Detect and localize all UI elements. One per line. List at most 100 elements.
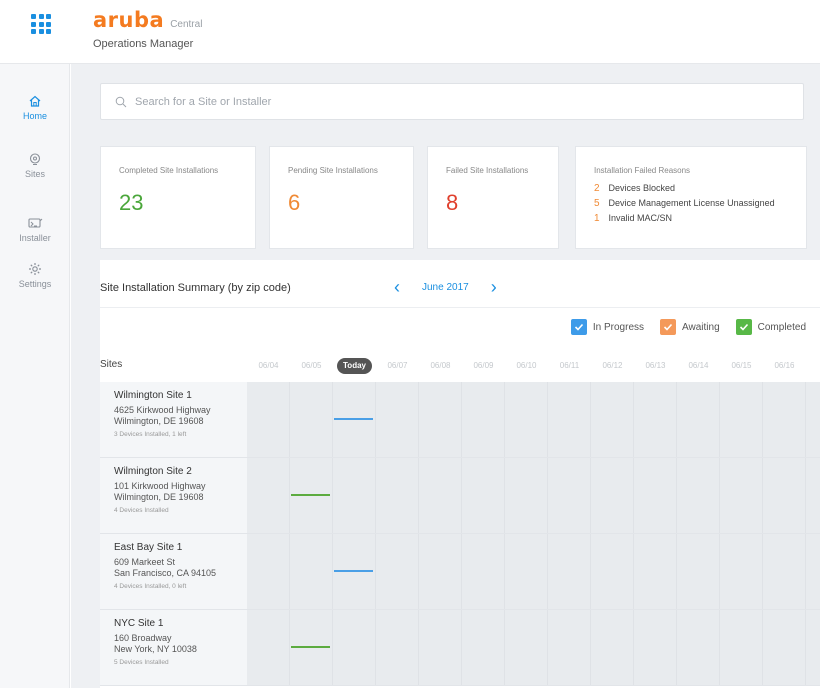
site-device-status: 5 Devices Installed [114,659,169,666]
location-pin-icon [29,153,41,165]
sites-column-header: Sites [100,359,123,370]
site-address-line: 609 Markeet St [114,557,176,567]
sidebar-label-settings: Settings [18,279,52,289]
legend-label: In Progress [592,321,645,333]
site-address: 101 Kirkwood Highway Wilmington, DE 1960… [114,481,247,503]
pending-count: 6 [288,190,301,215]
legend-item-awaiting[interactable]: Awaiting [660,319,720,335]
reason-count: 5 [594,198,600,209]
today-label[interactable]: Today [333,356,376,376]
site-info: Wilmington Site 2 101 Kirkwood Highway W… [100,458,247,534]
site-name: East Bay Site 1 [114,542,183,553]
date-label: 06/16 [774,361,795,370]
reason-label: Devices Blocked [608,183,676,193]
legend-label: Completed [757,321,806,333]
site-timeline [247,534,820,610]
site-address-line: New York, NY 10038 [114,644,197,654]
installation-bar[interactable] [291,646,330,648]
legend-label: Awaiting [682,321,720,333]
chevron-left-icon[interactable]: ‹ [394,277,400,297]
main-content: Search for a Site or Installer Completed… [71,64,820,688]
product-name: Central [170,19,203,30]
sidebar: Home Sites Installer Settings [0,64,70,688]
site-address: 609 Markeet St San Francisco, CA 94105 [114,557,247,579]
search-placeholder: Search for a Site or Installer [135,95,272,108]
site-address-line: 101 Kirkwood Highway [114,481,206,491]
site-address-line: Wilmington, DE 19608 [114,416,204,426]
site-timeline [247,610,820,686]
sidebar-item-home[interactable]: Home [0,94,70,121]
failed-reasons-card[interactable]: Installation Failed Reasons 2 Devices Bl… [575,146,807,249]
status-legend: In Progress Awaiting Completed [555,319,806,335]
site-device-status: 3 Devices Installed, 1 left [114,431,187,438]
date-label: 06/08 [430,361,451,370]
chevron-right-icon[interactable]: › [491,277,497,297]
sidebar-item-settings[interactable]: Settings [0,262,70,289]
card-title: Pending Site Installations [288,166,378,175]
site-address: 160 Broadway New York, NY 10038 [114,633,247,655]
checkbox-checked-icon [735,319,752,335]
card-title: Installation Failed Reasons [594,166,691,175]
date-label: 06/11 [559,361,580,370]
reason-label: Device Management License Unassigned [608,198,775,208]
site-name: Wilmington Site 2 [114,466,192,477]
date-label: 06/09 [473,361,494,370]
site-timeline [247,382,820,458]
site-device-status: 4 Devices Installed [114,507,169,514]
sidebar-item-installer[interactable]: Installer [0,216,70,243]
sidebar-label-sites: Sites [24,169,45,179]
aruba-logo: aruba [93,8,165,32]
date-label: 06/15 [731,361,752,370]
legend-item-completed[interactable]: Completed [735,319,806,335]
top-header: aruba Central Operations Manager [0,0,820,64]
site-row[interactable]: NYC Site 1 160 Broadway New York, NY 100… [100,610,820,686]
failed-reason-item: 1 Invalid MAC/SN [594,213,775,224]
checkbox-checked-icon [570,319,587,335]
failed-count: 8 [446,190,459,215]
reason-label: Invalid MAC/SN [608,213,673,223]
site-device-status: 4 Devices Installed, 0 left [114,583,187,590]
site-row[interactable]: Wilmington Site 1 4625 Kirkwood Highway … [100,382,820,458]
reason-count: 1 [594,213,600,224]
date-label: 06/13 [645,361,666,370]
date-label: 06/14 [688,361,709,370]
installation-bar[interactable] [334,418,373,420]
sidebar-item-sites[interactable]: Sites [0,152,70,179]
site-name: Wilmington Site 1 [114,390,192,401]
sidebar-label-home: Home [22,111,47,121]
page-title: Operations Manager [93,38,194,50]
site-address-line: San Francisco, CA 94105 [114,568,217,578]
card-title: Failed Site Installations [446,166,529,175]
site-info: Wilmington Site 1 4625 Kirkwood Highway … [100,382,247,458]
completed-installations-card[interactable]: Completed Site Installations 23 [100,146,256,249]
current-month: June 2017 [422,281,469,293]
brand[interactable]: aruba Central [93,8,202,32]
installation-bar[interactable] [291,494,330,496]
site-row[interactable]: East Bay Site 1 609 Markeet St San Franc… [100,534,820,610]
date-label: 06/05 [301,361,322,370]
app-switcher-grid-icon[interactable] [31,14,51,34]
site-row[interactable]: Wilmington Site 2 101 Kirkwood Highway W… [100,458,820,534]
date-label: 06/07 [387,361,408,370]
site-address-line: 4625 Kirkwood Highway [114,405,211,415]
site-name: NYC Site 1 [114,618,164,629]
failed-reasons-list: 2 Devices Blocked 5 Device Management Li… [594,183,775,228]
checkbox-checked-icon [660,319,677,335]
date-header-row: 06/04 06/05 Today 06/07 06/08 06/09 06/1… [247,356,806,376]
search-icon [115,96,127,107]
installation-bar[interactable] [334,570,373,572]
site-info: NYC Site 1 160 Broadway New York, NY 100… [100,610,247,686]
pending-installations-card[interactable]: Pending Site Installations 6 [269,146,414,249]
card-title: Completed Site Installations [119,166,219,175]
failed-installations-card[interactable]: Failed Site Installations 8 [427,146,559,249]
date-label: 06/04 [258,361,279,370]
installer-icon [28,218,43,228]
gear-icon [29,263,41,275]
divider [100,307,820,308]
site-address-line: 160 Broadway [114,633,172,643]
site-info: East Bay Site 1 609 Markeet St San Franc… [100,534,247,610]
site-timeline [247,458,820,534]
search-input[interactable]: Search for a Site or Installer [100,83,804,120]
reason-count: 2 [594,183,600,194]
legend-item-in-progress[interactable]: In Progress [570,319,645,335]
